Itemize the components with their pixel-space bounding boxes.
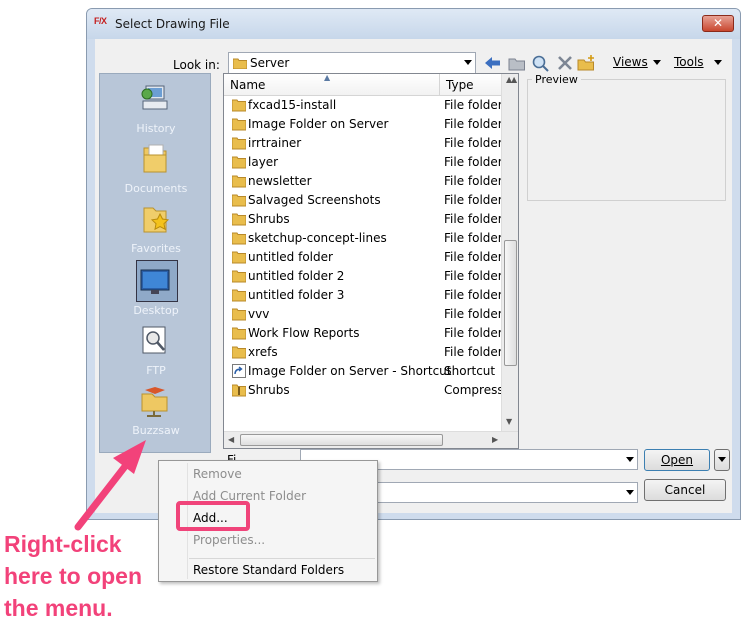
annotation-line: here to open	[4, 563, 143, 589]
annotation-line: Right-click	[4, 531, 122, 557]
annotation-text: Right-click here to open the menu.	[4, 528, 164, 624]
annotation-line: the menu.	[4, 595, 113, 621]
